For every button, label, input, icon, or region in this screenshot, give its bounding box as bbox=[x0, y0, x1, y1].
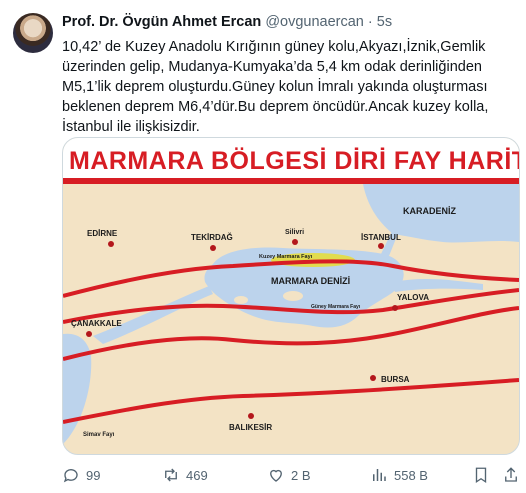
avatar[interactable] bbox=[13, 13, 53, 53]
city-dot bbox=[392, 305, 398, 311]
label-bursa: BURSA bbox=[381, 375, 410, 384]
separator: · bbox=[367, 14, 373, 30]
label-edirne: EDİRNE bbox=[87, 229, 118, 238]
city-dot bbox=[292, 239, 298, 245]
city-dot bbox=[248, 413, 254, 419]
aegean-sea bbox=[63, 333, 92, 444]
bookmark-icon bbox=[475, 467, 487, 484]
views-button[interactable]: 558 B bbox=[370, 466, 428, 484]
label-istanbul: İSTANBUL bbox=[361, 233, 401, 242]
author-name[interactable]: Prof. Dr. Övgün Ahmet Ercan bbox=[62, 14, 261, 30]
city-dot bbox=[370, 375, 376, 381]
label-marmara-denizi: MARMARA DENİZİ bbox=[271, 276, 350, 286]
like-button[interactable]: 2 B bbox=[267, 466, 311, 484]
map-title: MARMARA BÖLGESİ DİRİ FAY HARİTASI bbox=[69, 147, 520, 175]
label-silivri: Silivri bbox=[285, 229, 304, 236]
label-karadeniz: KARADENİZ bbox=[403, 206, 457, 216]
city-dot bbox=[210, 245, 216, 251]
label-simav-fault: Simav Fayı bbox=[83, 432, 115, 438]
tweet: Prof. Dr. Övgün Ahmet Ercan @ovgunaercan… bbox=[0, 0, 526, 493]
city-dot bbox=[378, 243, 384, 249]
views-icon bbox=[373, 469, 386, 481]
label-kuzey-marmara-fault: Kuzey Marmara Fayı bbox=[259, 254, 313, 260]
tweet-actions: 99 469 2 B 558 B bbox=[62, 466, 518, 486]
heart-icon bbox=[270, 469, 282, 482]
simav-fault-line bbox=[63, 378, 519, 424]
author-handle[interactable]: @ovgunaercan bbox=[265, 14, 364, 30]
label-tekirdag: TEKİRDAĞ bbox=[191, 233, 233, 242]
label-yalova: YALOVA bbox=[397, 293, 429, 302]
city-dot bbox=[108, 241, 114, 247]
label-balikesir: BALIKESİR bbox=[229, 423, 272, 432]
reply-button[interactable]: 99 bbox=[62, 466, 100, 484]
share-icon bbox=[505, 467, 517, 482]
tweet-text: 10,42’ de Kuzey Anadolu Kırığının güney … bbox=[62, 39, 489, 135]
island bbox=[234, 296, 248, 304]
tweet-image[interactable]: MARMARA BÖLGESİ DİRİ FAY HARİTASI KARADE… bbox=[62, 137, 520, 455]
like-count: 2 B bbox=[291, 467, 311, 483]
fault-map: KARADENİZ EDİRNE TEKİRDAĞ Silivri İSTANB… bbox=[63, 184, 519, 444]
repost-button[interactable]: 469 bbox=[162, 466, 208, 484]
map-title-bar: MARMARA BÖLGESİ DİRİ FAY HARİTASI bbox=[63, 138, 519, 184]
island bbox=[283, 291, 303, 301]
label-canakkale: ÇANAKKALE bbox=[71, 319, 122, 328]
reply-icon bbox=[63, 469, 78, 483]
tweet-header: Prof. Dr. Övgün Ahmet Ercan @ovgunaercan… bbox=[62, 14, 392, 30]
bookmark-button[interactable] bbox=[472, 466, 490, 484]
timestamp[interactable]: 5s bbox=[377, 14, 392, 30]
label-guney-marmara-fault: Güney Marmara Fayı bbox=[311, 304, 361, 310]
repost-icon bbox=[165, 468, 177, 482]
share-button[interactable] bbox=[502, 466, 520, 484]
repost-count: 469 bbox=[186, 467, 208, 483]
reply-count: 99 bbox=[86, 467, 101, 483]
izmit-gulf bbox=[393, 278, 483, 292]
city-dot bbox=[86, 331, 92, 337]
views-count: 558 B bbox=[394, 467, 428, 483]
